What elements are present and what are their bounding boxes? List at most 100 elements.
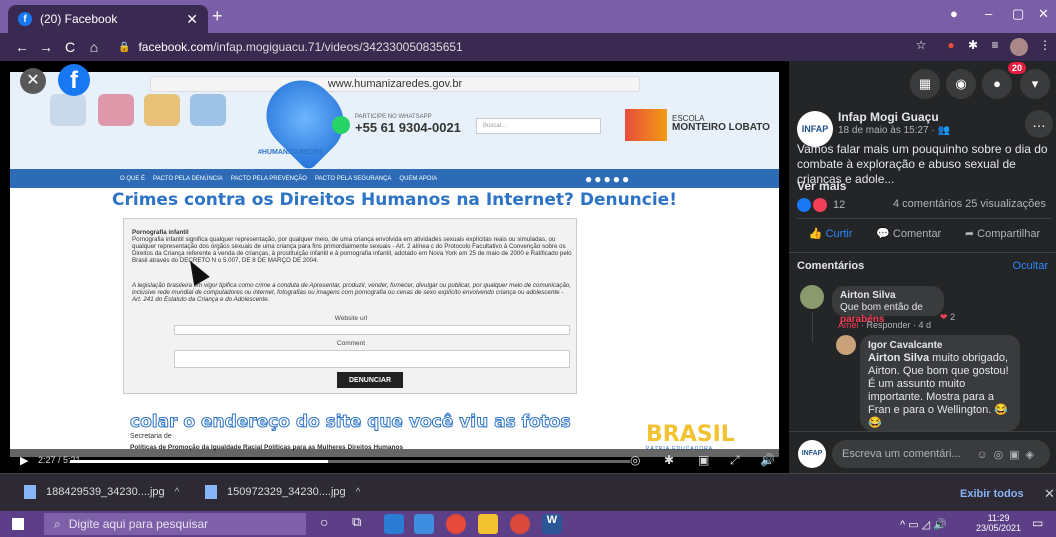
site-thumb — [50, 94, 86, 126]
share-button[interactable]: ➦ Compartilhar — [965, 227, 1040, 240]
comment-author[interactable]: Igor Cavalcante — [868, 339, 1012, 352]
volume-icon[interactable]: 🔊 — [760, 453, 775, 467]
reactions-summary[interactable]: 12 — [797, 198, 845, 212]
mail-icon[interactable] — [384, 514, 404, 534]
search-icon: ⌕ — [54, 516, 61, 531]
post-date[interactable]: 18 de maio às 15:27 · 👥 — [838, 125, 950, 136]
clock-time: 11:29 — [987, 513, 1010, 523]
video-progress-fill — [70, 460, 328, 463]
site-nav-item: PACTO PELA SEGURANÇA — [314, 175, 392, 182]
like-thumb-icon: 👍 — [808, 228, 826, 240]
notification-count-badge: 20 — [1008, 62, 1027, 74]
play-icon[interactable]: ▶ — [20, 454, 28, 467]
download-item[interactable]: 150972329_34230....jpg ^ — [205, 481, 360, 503]
extension-icon[interactable]: ● — [942, 38, 960, 56]
comment-text: Que bom então de — [840, 302, 923, 313]
see-more-link[interactable]: Ver mais — [797, 179, 846, 193]
new-tab-button[interactable]: + — [212, 6, 223, 27]
task-view-icon[interactable]: ⧉ — [352, 514, 372, 534]
secretaria-label: Secretaria de — [130, 433, 172, 440]
whatsapp-icon — [332, 116, 350, 134]
bookmark-star-icon[interactable]: ☆ — [912, 38, 930, 56]
video-progress-track[interactable] — [70, 460, 630, 463]
divider — [789, 431, 1056, 432]
pip-icon[interactable]: ▣ — [698, 453, 709, 467]
close-downloads-icon[interactable]: ✕ — [1044, 486, 1055, 502]
account-chevron-down-icon[interactable]: ▾ — [1020, 69, 1050, 99]
comment-mention[interactable]: Airton Silva — [868, 352, 929, 364]
video-caption: colar o endereço do site que você viu as… — [130, 412, 572, 433]
url-host: facebook.com — [138, 40, 214, 54]
whatsapp-phone: PARTICIPE NO WHATSAPP +55 61 9304-0021 — [355, 114, 461, 135]
comment-tools-icon[interactable]: ☺◎▣◈ — [976, 448, 1040, 461]
chrome-icon[interactable] — [446, 514, 466, 534]
store-icon[interactable] — [414, 514, 434, 534]
comments-header: Comentários Ocultar — [789, 252, 1056, 278]
reload-icon[interactable]: C — [58, 39, 82, 55]
like-button[interactable]: 👍 Curtir — [809, 227, 853, 240]
settings-gear-icon[interactable]: ✱ — [664, 453, 674, 467]
reading-list-icon[interactable]: ≡ — [986, 38, 1004, 56]
home-icon[interactable]: ⌂ — [82, 39, 106, 55]
taskbar-search[interactable]: ⌕ Digite aqui para pesquisar — [44, 513, 306, 535]
post-stats[interactable]: 4 comentários 25 visualizações — [893, 198, 1046, 210]
forward-icon[interactable]: → — [34, 39, 58, 55]
download-item[interactable]: 188429539_34230....jpg ^ — [24, 481, 179, 503]
maximize-button[interactable]: ▢ — [1012, 6, 1024, 22]
captions-icon[interactable]: ◎ — [630, 453, 640, 467]
post-actions: 👍 Curtir 💬 Comentar ➦ Compartilhar — [797, 218, 1052, 248]
tab-close-icon[interactable]: ✕ — [186, 11, 198, 28]
more-options-icon[interactable]: … — [1025, 110, 1053, 138]
chevron-up-icon[interactable]: ^ — [175, 487, 180, 498]
taskbar-clock[interactable]: 11:29 23/05/2021 — [976, 513, 1021, 533]
avatar[interactable] — [836, 335, 856, 355]
close-video-icon[interactable]: ✕ — [20, 68, 46, 94]
comment-author[interactable]: Airton Silva — [840, 290, 936, 302]
chevron-up-icon[interactable]: ^ — [356, 487, 361, 498]
notifications-bell-icon[interactable]: ● — [982, 69, 1012, 99]
reactions-count: 12 — [833, 199, 846, 211]
taskbar-search-text: Digite aqui para pesquisar — [68, 517, 209, 531]
avatar[interactable] — [800, 285, 824, 309]
minimize-button[interactable]: – — [985, 6, 992, 21]
thread-line — [812, 312, 813, 342]
profile-dot-icon[interactable]: ● — [950, 6, 958, 21]
love-reaction-icon: ❤ — [940, 312, 948, 322]
amei-reaction[interactable]: Amei — [838, 320, 859, 330]
file-icon — [205, 485, 217, 499]
word-icon[interactable]: W — [542, 514, 562, 534]
messenger-icon[interactable]: ◉ — [946, 69, 976, 99]
lock-icon: 🔒 — [118, 41, 131, 53]
site-nav-item: PACTO PELA PREVENÇÃO — [230, 175, 307, 182]
url-field[interactable]: 🔒 facebook.com/infap.mogiguacu.71/videos… — [118, 37, 908, 57]
page-name[interactable]: Infap Mogi Guaçu — [838, 110, 939, 124]
browser-menu-icon[interactable]: ⋮ — [1036, 38, 1054, 56]
windows-start-icon[interactable] — [12, 518, 24, 530]
comment-reaction-count: ❤ 2 — [940, 312, 955, 323]
cortana-icon[interactable]: ○ — [320, 514, 340, 534]
back-icon[interactable]: ← — [10, 39, 34, 55]
hide-comments-link[interactable]: Ocultar — [1013, 260, 1048, 272]
system-tray-icons[interactable]: ^ ▭ ◿ 🔊 — [900, 518, 947, 531]
facebook-logo-icon[interactable]: f — [58, 64, 90, 96]
comment-input[interactable]: Escreva um comentári... ☺◎▣◈ — [832, 440, 1050, 468]
app-icon[interactable] — [510, 514, 530, 534]
menu-grid-icon[interactable]: ▦ — [910, 69, 940, 99]
fullscreen-icon[interactable]: ⤢ — [730, 453, 740, 468]
reply-meta[interactable]: · Responder · 4 d — [859, 320, 931, 330]
video-frame-website: www.humanizaredes.gov.br #HUMANIZAREDES … — [10, 72, 779, 457]
site-thumb — [144, 94, 180, 126]
file-explorer-icon[interactable] — [478, 514, 498, 534]
browser-tab[interactable]: f (20) Facebook ✕ — [8, 5, 208, 33]
site-nav-item: QUEM APOIA — [399, 175, 438, 182]
comment-bubble-icon: 💬 — [876, 228, 893, 240]
profile-avatar[interactable] — [1010, 38, 1028, 56]
comment-bubble: Airton Silva Que bom então de parabéns — [832, 286, 944, 325]
extensions-puzzle-icon[interactable]: ✱ — [964, 38, 982, 56]
action-center-icon[interactable]: ▭ — [1032, 516, 1043, 530]
site-nav: O QUE É PACTO PELA DENÚNCIA PACTO PELA P… — [10, 169, 779, 188]
comment-button[interactable]: 💬 Comentar — [876, 227, 941, 240]
download-filename: 150972329_34230....jpg — [227, 486, 346, 498]
close-window-button[interactable]: ✕ — [1038, 6, 1049, 22]
show-all-downloads-button[interactable]: Exibir todos — [960, 488, 1024, 500]
